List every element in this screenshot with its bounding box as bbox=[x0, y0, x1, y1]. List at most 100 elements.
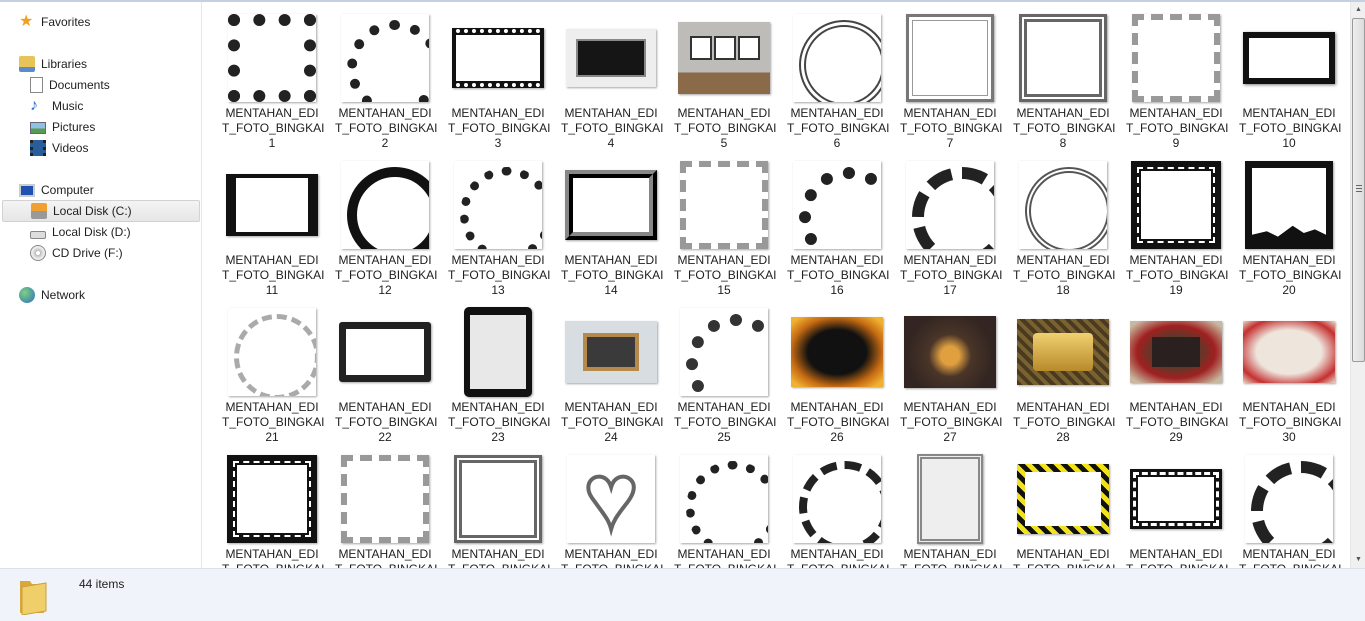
file-name: MENTAHAN_EDIT_FOTO_BINGKAI32 bbox=[335, 547, 437, 568]
frame-image-icon bbox=[1245, 161, 1333, 249]
nav-network[interactable]: Network bbox=[19, 284, 85, 306]
file-name: MENTAHAN_EDI T_FOTO_BINGKAI 13 bbox=[448, 253, 551, 297]
nav-label: Local Disk (C:) bbox=[53, 204, 132, 218]
thumbnail bbox=[1243, 306, 1335, 398]
item-count: 44 items bbox=[79, 577, 125, 591]
frame-image-icon bbox=[793, 161, 881, 249]
nav-label: Music bbox=[52, 99, 84, 113]
file-name: MENTAHAN_EDI T_FOTO_BINGKAI 1 bbox=[222, 106, 325, 150]
nav-local-disk-d[interactable]: Local Disk (D:) bbox=[30, 221, 131, 243]
thumbnail bbox=[1017, 159, 1109, 251]
file-name: MENTAHAN_EDI T_FOTO_BINGKAI 2 bbox=[335, 106, 438, 150]
frame-image-icon bbox=[566, 29, 656, 87]
frame-image-icon bbox=[680, 455, 768, 543]
file-name: MENTAHAN_EDI T_FOTO_BINGKAI 18 bbox=[1013, 253, 1116, 297]
thumbnail bbox=[1130, 453, 1222, 545]
frame-image-icon bbox=[567, 455, 655, 543]
thumbnail bbox=[339, 306, 431, 398]
nav-libraries[interactable]: Libraries bbox=[19, 53, 87, 75]
frame-image-icon bbox=[227, 455, 317, 543]
frame-image-icon bbox=[454, 455, 542, 543]
star-icon: ★ bbox=[19, 13, 34, 30]
file-name: MENTAHAN_EDIT_FOTO_BINGKAI38 bbox=[1013, 547, 1115, 568]
grip-icon bbox=[1356, 185, 1362, 192]
file-name: MENTAHAN_EDIT_FOTO_BINGKAI34 bbox=[561, 547, 663, 568]
frame-image-icon bbox=[678, 22, 770, 94]
nav-documents[interactable]: Documents bbox=[30, 74, 110, 96]
thumbnail bbox=[791, 159, 883, 251]
frame-image-icon bbox=[793, 455, 881, 543]
thumbnail bbox=[791, 453, 883, 545]
nav-pictures[interactable]: Pictures bbox=[30, 116, 95, 138]
file-name: MENTAHAN_EDI T_FOTO_BINGKAI 8 bbox=[1013, 106, 1116, 150]
folder-icon bbox=[20, 581, 47, 615]
videos-icon bbox=[30, 140, 46, 156]
frame-image-icon bbox=[1245, 455, 1333, 543]
thumbnail bbox=[1017, 12, 1109, 104]
nav-computer[interactable]: Computer bbox=[19, 179, 94, 201]
nav-label: Favorites bbox=[41, 15, 91, 29]
computer-icon bbox=[19, 183, 35, 197]
frame-image-icon bbox=[341, 14, 429, 102]
frame-image-icon bbox=[339, 322, 431, 382]
thumbnail bbox=[791, 306, 883, 398]
scrollbar-thumb[interactable] bbox=[1352, 18, 1365, 362]
thumbnail bbox=[904, 12, 996, 104]
thumbnail bbox=[565, 159, 657, 251]
frame-image-icon bbox=[917, 454, 983, 544]
nav-music[interactable]: ♪ Music bbox=[30, 95, 83, 117]
file-name: MENTAHAN_EDIT_FOTO_BINGKAI39 bbox=[1126, 547, 1228, 568]
frame-image-icon bbox=[1019, 14, 1107, 102]
file-name: MENTAHAN_EDI T_FOTO_BINGKAI 23 bbox=[448, 400, 551, 444]
frame-image-icon bbox=[464, 307, 532, 397]
nav-local-disk-c[interactable]: Local Disk (C:) bbox=[2, 200, 200, 222]
frame-image-icon bbox=[1130, 321, 1222, 383]
file-name: MENTAHAN_EDI T_FOTO_BINGKAI 21 bbox=[222, 400, 325, 444]
nav-label: Documents bbox=[49, 78, 110, 92]
thumbnail bbox=[1243, 159, 1335, 251]
vertical-scrollbar[interactable]: ▲ ▼ bbox=[1350, 2, 1365, 568]
file-name: MENTAHAN_EDI T_FOTO_BINGKAI 15 bbox=[674, 253, 777, 297]
frame-image-icon bbox=[1243, 32, 1335, 84]
thumbnail bbox=[904, 159, 996, 251]
frame-image-icon bbox=[1017, 464, 1109, 534]
thumbnail bbox=[904, 306, 996, 398]
frame-image-icon bbox=[904, 316, 996, 388]
frame-image-icon bbox=[565, 321, 657, 383]
thumbnail bbox=[452, 12, 544, 104]
frame-image-icon bbox=[793, 14, 881, 102]
thumbnail bbox=[339, 12, 431, 104]
frame-image-icon bbox=[906, 161, 994, 249]
file-name: MENTAHAN_EDI T_FOTO_BINGKAI 26 bbox=[787, 400, 890, 444]
scroll-up-arrow-icon[interactable]: ▲ bbox=[1351, 2, 1365, 18]
file-name: MENTAHAN_EDI T_FOTO_BINGKAI 6 bbox=[787, 106, 890, 150]
nav-label: Libraries bbox=[41, 57, 88, 71]
network-icon bbox=[19, 287, 35, 303]
thumbnail bbox=[1243, 453, 1335, 545]
thumbnail bbox=[226, 12, 318, 104]
file-name: MENTAHAN_EDI T_FOTO_BINGKAI 7 bbox=[900, 106, 1003, 150]
nav-favorites[interactable]: ★ Favorites bbox=[19, 11, 90, 33]
file-name: MENTAHAN_EDIT_FOTO_BINGKAI40 bbox=[1239, 547, 1341, 568]
frame-image-icon bbox=[1132, 14, 1220, 102]
frame-image-icon bbox=[906, 14, 994, 102]
file-name: MENTAHAN_EDI T_FOTO_BINGKAI 29 bbox=[1126, 400, 1229, 444]
frame-image-icon bbox=[454, 161, 542, 249]
thumbnail bbox=[1130, 159, 1222, 251]
frame-image-icon bbox=[341, 161, 429, 249]
nav-label: CD Drive (F:) bbox=[52, 246, 123, 260]
frame-image-icon bbox=[680, 161, 768, 249]
thumbnail bbox=[226, 159, 318, 251]
frame-image-icon bbox=[791, 317, 883, 387]
thumbnail bbox=[678, 12, 770, 104]
frame-image-icon bbox=[228, 14, 316, 102]
nav-videos[interactable]: Videos bbox=[30, 137, 88, 159]
music-icon: ♪ bbox=[30, 97, 38, 114]
nav-label: Pictures bbox=[52, 120, 96, 134]
file-name: MENTAHAN_EDI T_FOTO_BINGKAI 19 bbox=[1126, 253, 1229, 297]
nav-label: Network bbox=[41, 288, 86, 302]
nav-cd-drive-f[interactable]: CD Drive (F:) bbox=[30, 242, 123, 264]
scroll-down-arrow-icon[interactable]: ▼ bbox=[1351, 552, 1365, 568]
frame-image-icon bbox=[228, 308, 316, 396]
nav-label: Videos bbox=[52, 141, 89, 155]
